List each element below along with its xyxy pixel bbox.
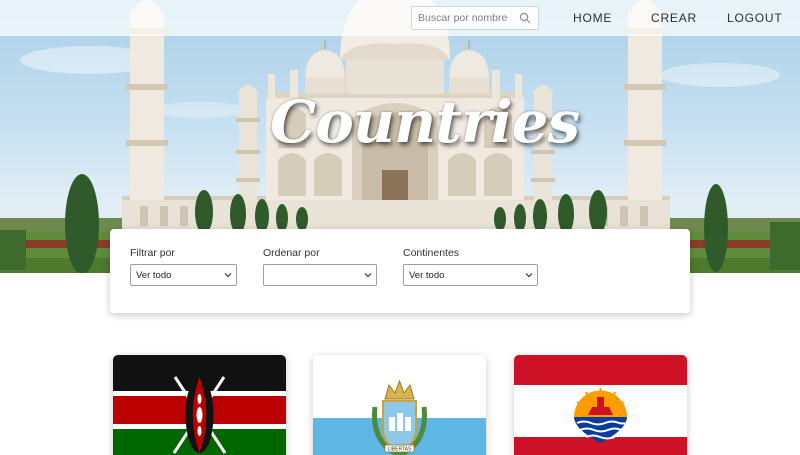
filter-by-value: Ver todo: [136, 270, 172, 281]
hero-title: Countries: [270, 88, 580, 156]
filter-by-group: Filtrar por Ver todo: [130, 247, 237, 286]
top-nav: HOME CREAR LOGOUT: [0, 0, 800, 36]
order-by-label: Ordenar por: [263, 247, 320, 259]
order-by-group: Ordenar por: [263, 247, 377, 286]
country-card-kenya[interactable]: [113, 355, 286, 455]
chevron-down-icon: [224, 273, 232, 278]
nav-link-crear[interactable]: CREAR: [651, 11, 697, 25]
continents-label: Continentes: [403, 247, 460, 259]
nav-link-logout[interactable]: LOGOUT: [727, 11, 782, 25]
continents-group: Continentes Ver todo: [403, 247, 538, 286]
page: Countries HOME CREAR LOGOUT Filtrar por …: [0, 0, 800, 455]
french-polynesia-flag-icon: [514, 355, 687, 455]
kenya-flag-icon: [113, 355, 286, 455]
filter-by-label: Filtrar por: [130, 247, 175, 259]
chevron-down-icon: [364, 273, 372, 278]
search-icon[interactable]: [519, 12, 531, 24]
chevron-down-icon: [525, 273, 533, 278]
filter-by-select[interactable]: Ver todo: [130, 264, 237, 286]
search-box[interactable]: [411, 6, 539, 30]
continents-value: Ver todo: [409, 270, 445, 281]
continents-select[interactable]: Ver todo: [403, 264, 538, 286]
libertas-text: LIBERTAS: [388, 447, 412, 453]
filter-panel: Filtrar por Ver todo Ordenar por Contine…: [110, 229, 690, 313]
nav-link-home[interactable]: HOME: [573, 11, 612, 25]
country-card-san-marino[interactable]: LIBERTAS: [313, 355, 486, 455]
order-by-select[interactable]: [263, 264, 377, 286]
search-input[interactable]: [412, 7, 516, 29]
country-card-french-polynesia[interactable]: [514, 355, 687, 455]
san-marino-flag-icon: LIBERTAS: [313, 355, 486, 455]
